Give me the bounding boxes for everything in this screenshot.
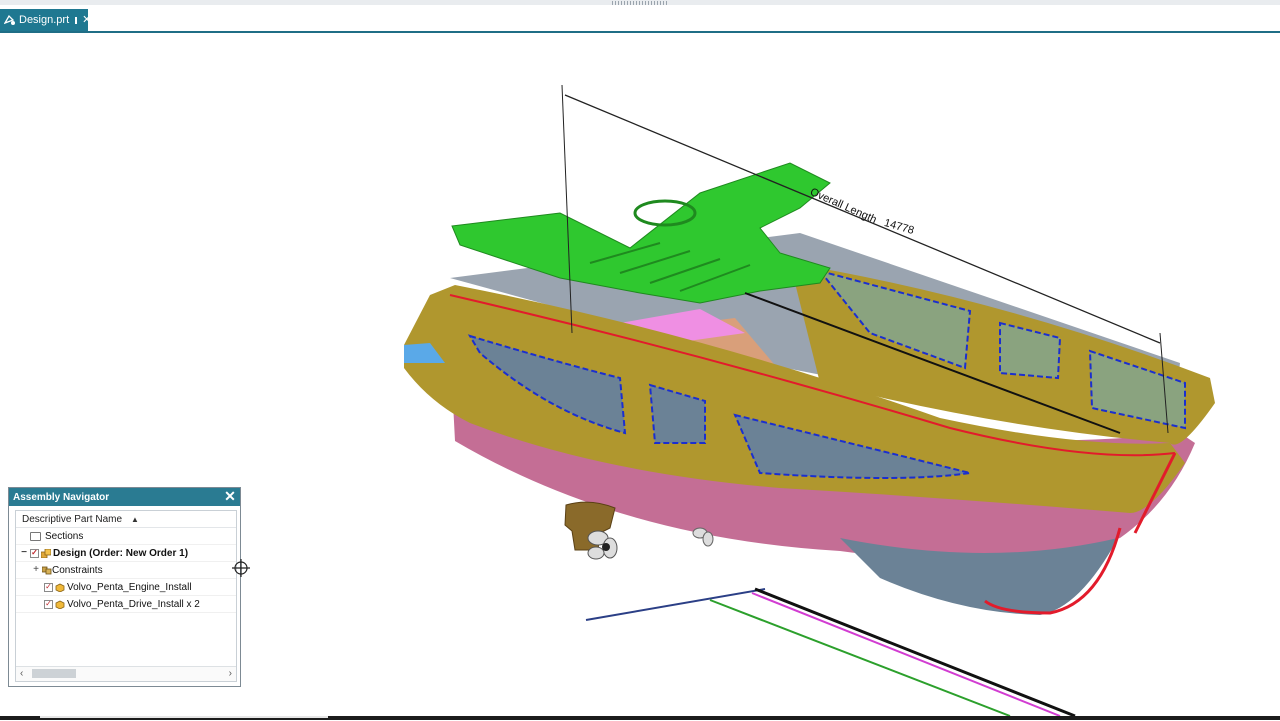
constraints-icon [41, 566, 52, 575]
tree-row-label: Design (Order: New Order 1) [53, 547, 189, 559]
tree-row-design[interactable]: − ✓ Design (Order: New Order 1) [16, 545, 236, 562]
folder-icon [30, 531, 41, 541]
pin-icon[interactable] [75, 16, 78, 24]
document-tab-strip: Design.prt ✕ [0, 9, 1280, 33]
collapse-icon[interactable]: − [20, 548, 28, 558]
ground-line-green [709, 599, 1011, 717]
close-icon[interactable]: ✕ [224, 489, 236, 503]
assembly-navigator-title-bar: Assembly Navigator ✕ [9, 488, 240, 506]
component-icon [55, 583, 65, 592]
tree-row-label: Sections [45, 530, 84, 542]
tree-row-label: Volvo_Penta_Engine_Install [67, 581, 192, 593]
scroll-left-icon[interactable]: ‹ [20, 668, 23, 679]
sort-ascending-icon[interactable]: ▲ [131, 515, 139, 524]
assembly-navigator-title: Assembly Navigator [13, 491, 110, 503]
column-header-label: Descriptive Part Name [22, 513, 123, 525]
resize-grip[interactable] [612, 1, 668, 5]
tab-title: Design.prt [19, 14, 70, 26]
column-header-descriptive-part-name[interactable]: Descriptive Part Name ▲ [16, 511, 236, 528]
assembly-icon [40, 548, 52, 558]
part-file-icon [4, 14, 16, 26]
tree-row-engine-install[interactable]: ✓ Volvo_Penta_Engine_Install [16, 579, 236, 596]
scroll-right-icon[interactable]: › [229, 668, 232, 679]
window-bottom-bar [0, 716, 1280, 720]
tree-row-label: Volvo_Penta_Drive_Install x 2 [67, 598, 200, 610]
assembly-tree: Descriptive Part Name ▲ Sections − ✓ Des… [15, 510, 237, 682]
ground-line-blue [585, 588, 766, 621]
component-icon [55, 600, 65, 609]
visibility-checkbox[interactable]: ✓ [44, 599, 53, 609]
visibility-checkbox[interactable]: ✓ [30, 548, 39, 558]
tree-row-drive-install[interactable]: ✓ Volvo_Penta_Drive_Install x 2 [16, 596, 236, 613]
window-top-bar [0, 0, 1280, 5]
tree-row-label: Constraints [52, 564, 103, 576]
tab-design-prt[interactable]: Design.prt ✕ [0, 9, 91, 31]
assembly-navigator-panel: Assembly Navigator ✕ Descriptive Part Na… [8, 487, 241, 687]
scrollbar-thumb[interactable] [32, 669, 76, 678]
move-cursor-icon [232, 559, 250, 577]
tree-row-sections[interactable]: Sections [16, 528, 236, 545]
tree-row-constraints[interactable]: + Constraints [16, 562, 236, 579]
visibility-checkbox[interactable]: ✓ [44, 582, 53, 592]
horizontal-scrollbar[interactable]: ‹ › [16, 666, 236, 681]
close-icon[interactable]: ✕ [82, 15, 91, 26]
expand-icon[interactable]: + [32, 565, 40, 575]
